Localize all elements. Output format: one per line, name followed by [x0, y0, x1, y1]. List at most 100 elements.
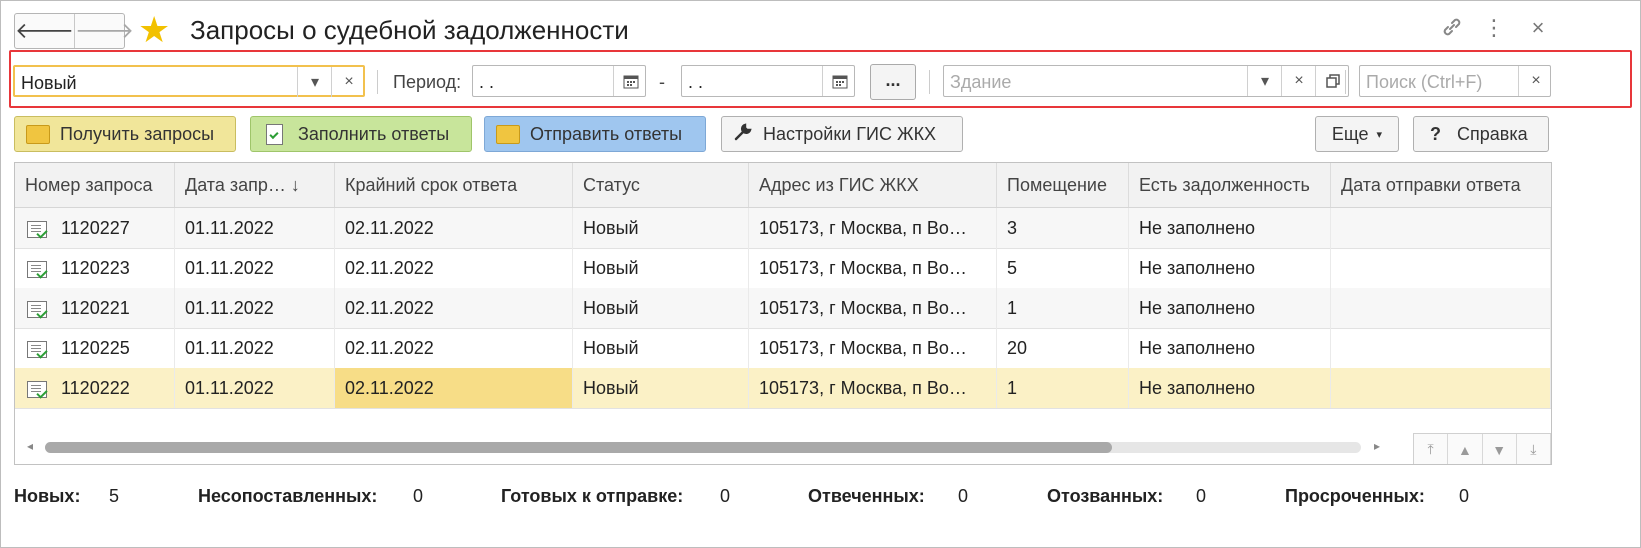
cell-text: 20	[1007, 338, 1028, 358]
cell-status[interactable]: Новый	[573, 328, 749, 368]
scroll-right-icon[interactable]: ▸	[1374, 439, 1380, 453]
cell-debt[interactable]: Не заполнено	[1129, 288, 1331, 328]
help-button[interactable]: ? Справка	[1413, 116, 1549, 152]
table-row[interactable]: 1120223 01.11.2022 02.11.2022 Новый 105173, …	[15, 248, 1551, 289]
cell-room[interactable]: 5	[997, 248, 1129, 288]
cell-date[interactable]: 01.11.2022	[175, 328, 335, 368]
cell-address[interactable]: 105173, г Москва, п Во…	[749, 288, 997, 328]
column-header-sorted[interactable]: Дата запр… ↓	[175, 163, 335, 207]
period-select-button[interactable]: ...	[870, 64, 916, 100]
cell-sent[interactable]	[1331, 208, 1551, 248]
get-requests-button[interactable]: Получить запросы	[14, 116, 236, 152]
cell-debt[interactable]: Не заполнено	[1129, 328, 1331, 368]
cell-date[interactable]: 01.11.2022	[175, 288, 335, 328]
cell-room[interactable]: 3	[997, 208, 1129, 248]
calendar-icon[interactable]	[822, 66, 857, 96]
cell-address[interactable]: 105173, г Москва, п Во…	[749, 368, 997, 408]
cell-date[interactable]: 01.11.2022	[175, 248, 335, 288]
cell-text: 5	[1007, 258, 1018, 278]
cell-num[interactable]: 1120225	[15, 328, 175, 368]
cell-status[interactable]: Новый	[573, 208, 749, 248]
cell-address[interactable]: 105173, г Москва, п Во…	[749, 248, 997, 288]
cell-debt[interactable]: Не заполнено	[1129, 208, 1331, 248]
scrollbar-thumb[interactable]	[45, 442, 1112, 453]
column-header[interactable]: Номер запроса	[15, 163, 175, 207]
column-header[interactable]: Помещение	[997, 163, 1129, 207]
clear-icon[interactable]: ×	[331, 67, 366, 97]
cell-num[interactable]: 1120221	[15, 288, 175, 328]
column-header[interactable]: Адрес из ГИС ЖКХ	[749, 163, 997, 207]
close-icon[interactable]: ×	[1523, 15, 1553, 41]
back-arrow-icon[interactable]: 🡐	[15, 14, 74, 48]
cell-status[interactable]: Новый	[573, 288, 749, 328]
gis-settings-button[interactable]: Настройки ГИС ЖКХ	[721, 116, 963, 152]
go-first-icon[interactable]: ⤒	[1414, 434, 1449, 464]
cell-deadline[interactable]: 02.11.2022	[335, 288, 573, 328]
table-row[interactable]: 1120222 01.11.2022 02.11.2022 Новый 105173, …	[15, 368, 1551, 409]
cell-debt[interactable]: Не заполнено	[1129, 368, 1331, 408]
cell-deadline[interactable]: 02.11.2022	[335, 208, 573, 248]
table-navigation: ⤒ ▲ ▼ ⤓	[1413, 433, 1551, 464]
table-row[interactable]: 1120227 01.11.2022 02.11.2022 Новый 105173, …	[15, 208, 1551, 249]
fill-answers-button[interactable]: Заполнить ответы	[250, 116, 472, 152]
go-up-icon[interactable]: ▲	[1448, 434, 1483, 464]
cell-room[interactable]: 1	[997, 368, 1129, 408]
separator	[1345, 70, 1346, 94]
cell-address[interactable]: 105173, г Москва, п Во…	[749, 328, 997, 368]
cell-text: Не заполнено	[1139, 258, 1256, 278]
clear-icon[interactable]: ×	[1281, 66, 1316, 96]
cell-status[interactable]: Новый	[573, 248, 749, 288]
search-input[interactable]: Поиск (Ctrl+F) ×	[1359, 65, 1551, 97]
cell-num[interactable]: 1120222	[15, 368, 175, 408]
folder-upload-icon	[496, 124, 520, 144]
cell-deadline[interactable]: 02.11.2022	[335, 328, 573, 368]
cell-num[interactable]: 1120227	[15, 208, 175, 248]
scroll-left-icon[interactable]: ◂	[27, 439, 33, 453]
horizontal-scrollbar[interactable]	[45, 442, 1361, 453]
go-down-icon[interactable]: ▼	[1483, 434, 1517, 464]
date-to-field[interactable]: . .	[681, 65, 855, 97]
more-vertical-icon[interactable]: ⋮	[1479, 15, 1509, 41]
column-header[interactable]: Есть задолженность	[1129, 163, 1331, 207]
cell-deadline[interactable]: 02.11.2022	[335, 248, 573, 288]
cell-text: 105173, г Москва, п Во…	[759, 378, 967, 398]
cell-debt[interactable]: Не заполнено	[1129, 248, 1331, 288]
column-header[interactable]: Крайний срок ответа	[335, 163, 573, 207]
answered-count-label: Отвеченных:	[808, 486, 925, 506]
table-row[interactable]: 1120225 01.11.2022 02.11.2022 Новый 105173, …	[15, 328, 1551, 369]
cell-address[interactable]: 105173, г Москва, п Во…	[749, 208, 997, 248]
cell-sent[interactable]	[1331, 248, 1551, 288]
requests-table: Номер запроса Дата запр… ↓ Крайний срок …	[14, 162, 1552, 465]
link-icon[interactable]	[1437, 15, 1467, 45]
column-header[interactable]: Статус	[573, 163, 749, 207]
cell-status[interactable]: Новый	[573, 368, 749, 408]
chevron-down-icon[interactable]: ▾	[1247, 66, 1282, 96]
building-filter-select[interactable]: Здание ▾ ×	[943, 65, 1349, 97]
ready-count-label: Готовых к отправке:	[501, 486, 684, 506]
chevron-down-icon: ▾	[1376, 128, 1383, 141]
cell-deadline[interactable]: 02.11.2022	[335, 368, 573, 408]
date-from-field[interactable]: . .	[472, 65, 646, 97]
chevron-down-icon[interactable]: ▾	[297, 67, 332, 97]
calendar-icon[interactable]	[613, 66, 648, 96]
cell-sent[interactable]	[1331, 368, 1551, 408]
send-answers-button[interactable]: Отправить ответы	[484, 116, 706, 152]
cell-text: Новый	[583, 338, 639, 358]
more-button[interactable]: Еще ▾	[1315, 116, 1399, 152]
cell-date[interactable]: 01.11.2022	[175, 368, 335, 408]
cell-sent[interactable]	[1331, 288, 1551, 328]
cell-room[interactable]: 1	[997, 288, 1129, 328]
status-filter-select[interactable]: Новый ▾ ×	[13, 65, 365, 97]
favorite-star-icon[interactable]: ★	[138, 12, 170, 48]
cell-date[interactable]: 01.11.2022	[175, 208, 335, 248]
clear-icon[interactable]: ×	[1518, 66, 1553, 96]
request-document-icon	[27, 340, 47, 358]
new-count-value: 5	[109, 486, 120, 506]
cell-sent[interactable]	[1331, 328, 1551, 368]
table-row[interactable]: 1120221 01.11.2022 02.11.2022 Новый 105173, …	[15, 288, 1551, 329]
cell-num[interactable]: 1120223	[15, 248, 175, 288]
cell-room[interactable]: 20	[997, 328, 1129, 368]
go-last-icon[interactable]: ⤓	[1517, 434, 1551, 464]
column-header[interactable]: Дата отправки ответа	[1331, 163, 1551, 207]
forward-arrow-icon[interactable]: 🡒	[74, 14, 134, 48]
